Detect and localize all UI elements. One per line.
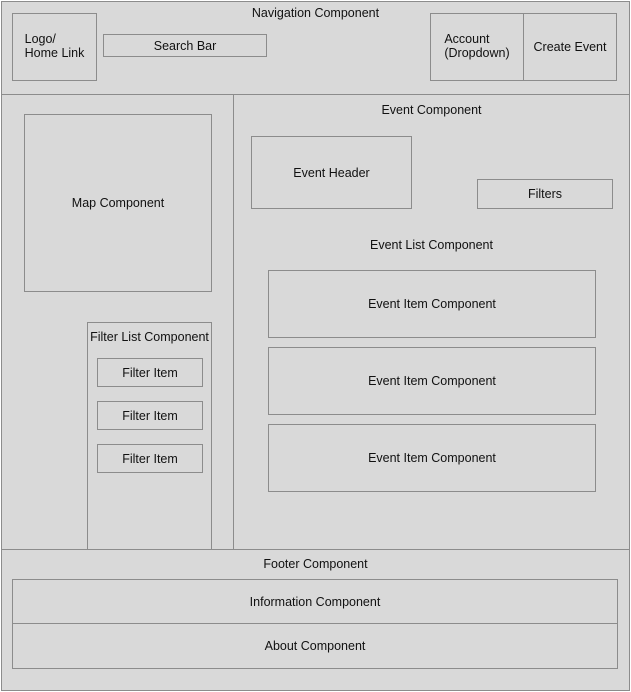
filter-list-title: Filter List Component (90, 330, 209, 344)
event-item-component[interactable]: Event Item Component (268, 347, 596, 415)
event-item-component[interactable]: Event Item Component (268, 270, 596, 338)
filter-item[interactable]: Filter Item (97, 401, 203, 430)
map-component[interactable]: Map Component (24, 114, 212, 292)
footer-title: Footer Component (263, 557, 368, 571)
search-bar[interactable]: Search Bar (103, 34, 267, 57)
about-component[interactable]: About Component (12, 623, 618, 669)
event-component-title: Event Component (381, 103, 482, 117)
filters-button[interactable]: Filters (477, 179, 613, 209)
event-list-title: Event List Component (370, 238, 493, 252)
event-header: Event Header (251, 136, 412, 209)
filter-list-component: Filter List Component (87, 322, 212, 551)
create-event-button[interactable]: Create Event (523, 13, 617, 81)
logo-home-link[interactable]: Logo/ Home Link (12, 13, 97, 81)
event-item-component[interactable]: Event Item Component (268, 424, 596, 492)
account-dropdown[interactable]: Account (Dropdown) (430, 13, 524, 81)
filter-item[interactable]: Filter Item (97, 358, 203, 387)
filter-item[interactable]: Filter Item (97, 444, 203, 473)
information-component[interactable]: Information Component (12, 579, 618, 625)
